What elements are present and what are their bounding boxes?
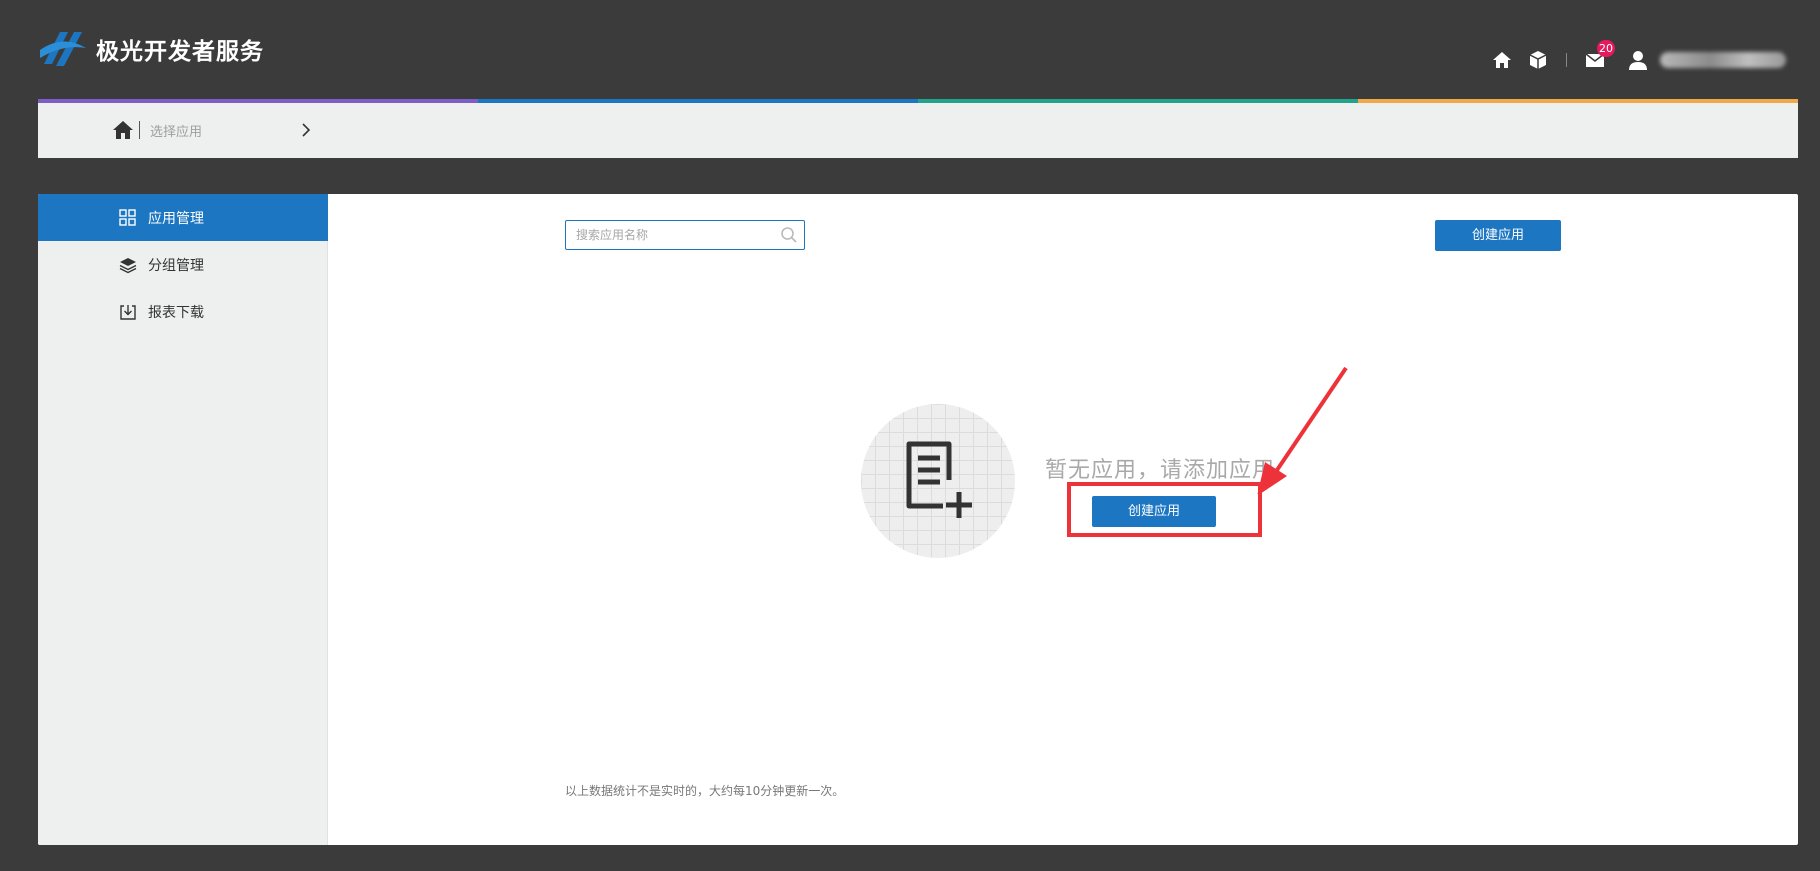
empty-state-illustration bbox=[861, 404, 1015, 558]
notification-badge: 20 bbox=[1597, 40, 1615, 57]
sidebar-item-report-download[interactable]: 报表下载 bbox=[38, 288, 328, 335]
breadcrumb-separator bbox=[139, 121, 140, 139]
content-panel: 应用管理 分组管理 报表下载 创建应用 bbox=[38, 194, 1798, 845]
search-icon[interactable] bbox=[780, 226, 798, 244]
empty-state-message: 暂无应用，请添加应用 bbox=[1045, 458, 1276, 483]
layers-icon bbox=[119, 257, 137, 273]
header-separator bbox=[1566, 53, 1567, 67]
grid-icon bbox=[119, 208, 136, 226]
create-app-button[interactable]: 创建应用 bbox=[1435, 220, 1561, 251]
search-input[interactable] bbox=[566, 221, 766, 249]
main-content: 创建应用 暂无应用，请添加应用 创建应用 以上数据统计不是实时的，大约每10分钟… bbox=[328, 194, 1798, 845]
document-add-icon bbox=[906, 441, 972, 518]
breadcrumb-home-icon[interactable] bbox=[112, 119, 134, 141]
sidebar-item-label: 报表下载 bbox=[148, 304, 204, 321]
sidebar: 应用管理 分组管理 报表下载 bbox=[38, 194, 328, 845]
download-icon bbox=[120, 304, 136, 320]
logo-icon bbox=[40, 32, 86, 66]
sidebar-item-label: 分组管理 bbox=[148, 257, 204, 274]
annotation-highlight-box bbox=[1067, 482, 1262, 537]
logo[interactable]: 极光开发者服务 bbox=[38, 26, 264, 72]
footnote: 以上数据统计不是实时的，大约每10分钟更新一次。 bbox=[565, 784, 845, 798]
sidebar-item-group-management[interactable]: 分组管理 bbox=[38, 241, 328, 288]
breadcrumb-label[interactable]: 选择应用 bbox=[150, 121, 202, 140]
breadcrumb: 选择应用 bbox=[38, 103, 1798, 158]
top-bar: 极光开发者服务 20 bbox=[0, 0, 1820, 100]
user-icon[interactable] bbox=[1627, 49, 1649, 71]
app-title: 极光开发者服务 bbox=[96, 39, 264, 65]
mail-icon[interactable]: 20 bbox=[1584, 40, 1615, 71]
header-actions: 20 bbox=[1484, 40, 1786, 76]
annotation-arrow bbox=[1257, 366, 1348, 494]
sidebar-item-label: 应用管理 bbox=[148, 210, 204, 227]
sidebar-item-app-management[interactable]: 应用管理 bbox=[38, 194, 328, 241]
home-icon[interactable] bbox=[1491, 49, 1513, 71]
chevron-right-icon[interactable] bbox=[300, 122, 312, 138]
cube-icon[interactable] bbox=[1527, 49, 1549, 71]
username-blurred[interactable] bbox=[1660, 52, 1786, 68]
search-box bbox=[565, 220, 805, 250]
